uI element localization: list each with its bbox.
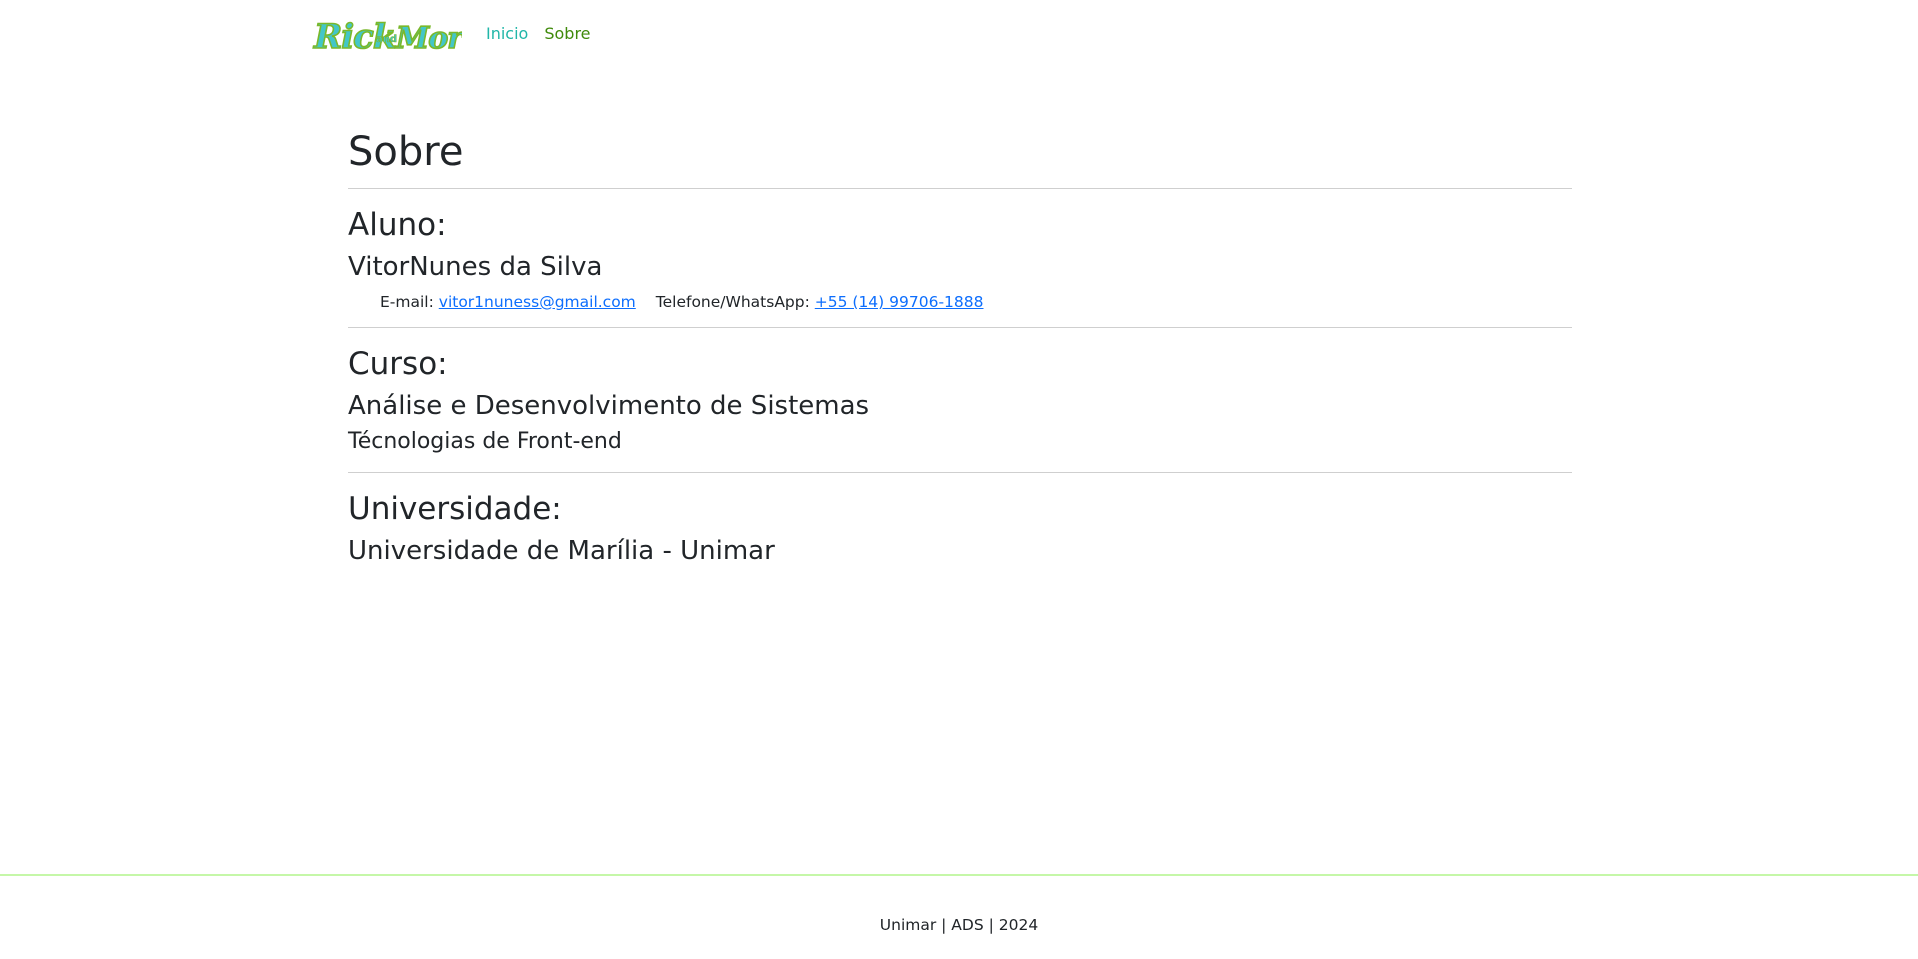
curso-name: Análise e Desenvolvimento de Sistemas [348, 391, 870, 421]
rick-and-morty-logo[interactable]: Rick and Morty [312, 10, 462, 60]
footer: Unimar | ADS | 2024 [0, 874, 1918, 959]
curso-heading: Curso: [348, 346, 448, 382]
phone-group: Telefone/WhatsApp: +55 (14) 99706-1888 [656, 291, 984, 313]
curso-subject: Técnologias de Front-end [348, 429, 622, 454]
universidade-heading: Universidade: [348, 491, 562, 527]
nav-links: Inicio Sobre [486, 22, 591, 46]
contact-line: E-mail: vitor1nuness@gmail.com Telefone/… [380, 291, 1572, 313]
universidade-section: Universidade: Universidade de Marília - … [348, 473, 1572, 569]
curso-section: Curso: Análise e Desenvolvimento de Sist… [348, 328, 1572, 472]
logo-wordmark-icon: Rick and Morty [312, 16, 462, 58]
nav-link-inicio[interactable]: Inicio [486, 22, 528, 46]
svg-text:and: and [376, 34, 397, 45]
email-group: E-mail: vitor1nuness@gmail.com [380, 291, 636, 313]
aluno-heading: Aluno: [348, 207, 447, 243]
svg-text:Morty: Morty [395, 21, 462, 56]
page-title: Sobre [348, 129, 464, 175]
navbar: Rick and Morty Inicio Sobre [0, 0, 1918, 70]
aluno-section: Aluno: VitorNunes da Silva E-mail: vitor… [348, 189, 1572, 327]
nav-link-sobre[interactable]: Sobre [544, 22, 590, 46]
phone-link[interactable]: +55 (14) 99706-1888 [815, 293, 984, 311]
email-link[interactable]: vitor1nuness@gmail.com [439, 293, 636, 311]
main-content: Sobre Aluno: VitorNunes da Silva E-mail:… [348, 120, 1572, 569]
phone-label: Telefone/WhatsApp: [655, 293, 810, 311]
universidade-name: Universidade de Marília - Unimar [348, 536, 775, 566]
aluno-name: VitorNunes da Silva [348, 252, 603, 282]
footer-text: Unimar | ADS | 2024 [879, 916, 1039, 934]
email-label: E-mail: [380, 293, 434, 311]
